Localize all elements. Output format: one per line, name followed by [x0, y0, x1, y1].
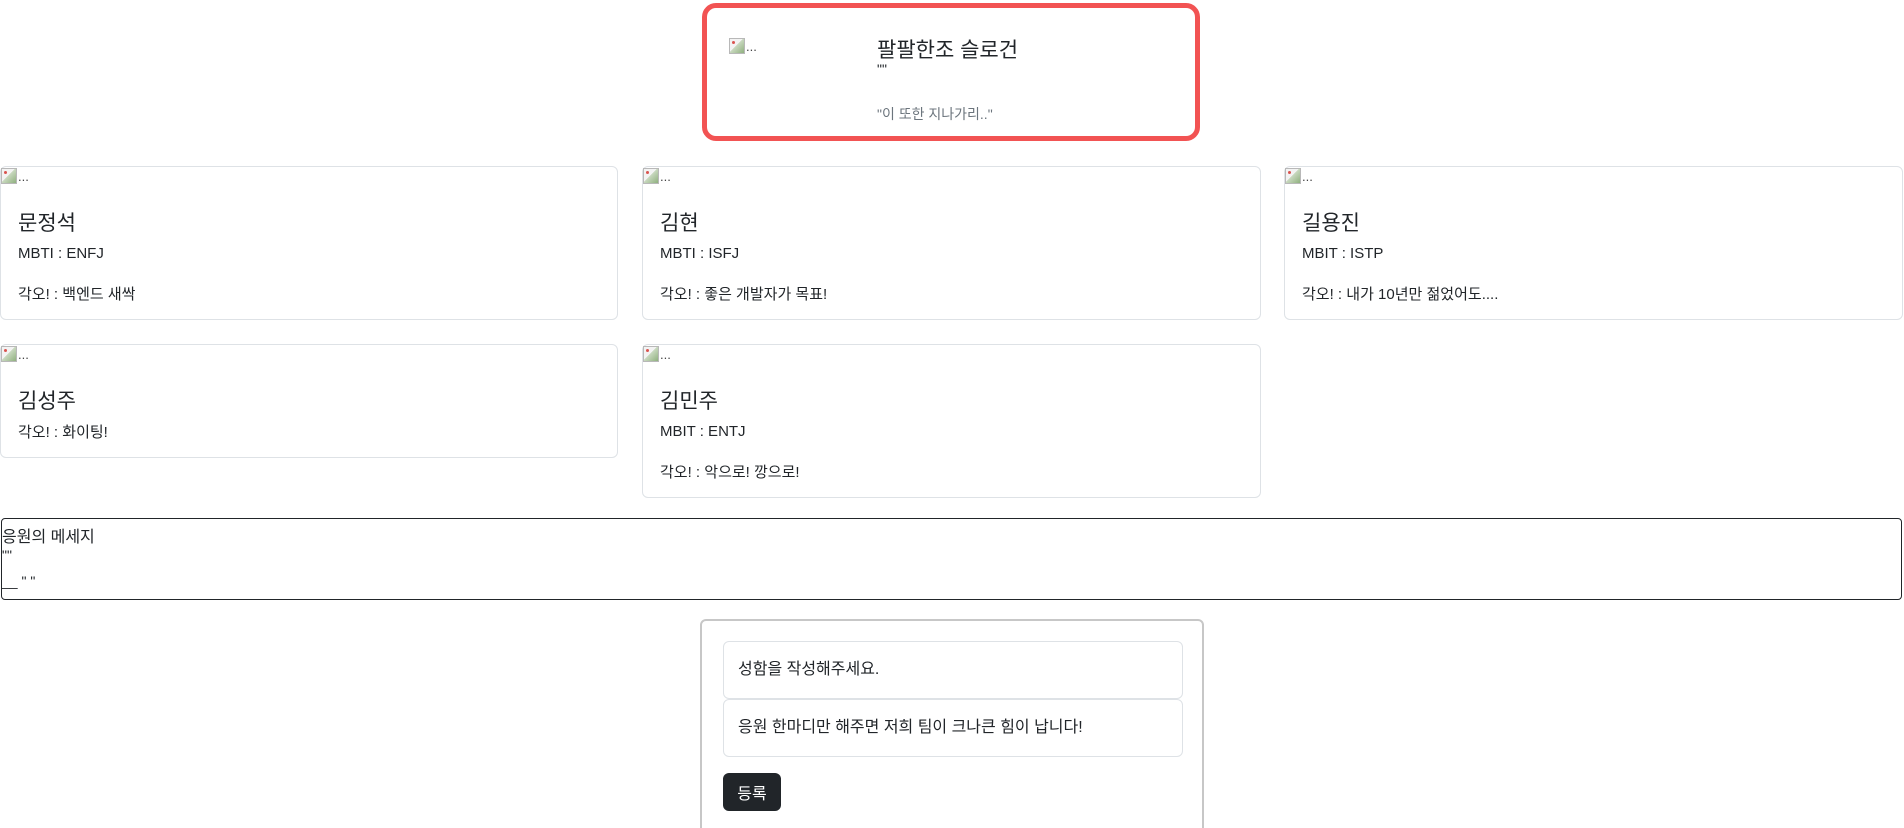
broken-image-icon: [729, 38, 745, 54]
member-mbti: MBTI : ISFJ: [660, 245, 740, 262]
member-image-alt: ...: [18, 168, 29, 184]
cheer-signature: __ " ": [2, 573, 36, 589]
submit-button[interactable]: 등록: [723, 773, 781, 811]
slogan-title: 팔팔한조 슬로건: [877, 39, 1019, 62]
slogan-text: "이 또한 지나가리..": [877, 106, 993, 122]
member-name: 김성주: [18, 390, 76, 413]
member-image-alt: ...: [660, 168, 671, 184]
member-image: ...: [643, 346, 671, 362]
message-input[interactable]: [723, 699, 1183, 757]
member-card: ... 김민주 MBIT : ENTJ 각오! : 악으로! 깡으로!: [642, 344, 1261, 498]
slogan-card: ... 팔팔한조 슬로건 "" "이 또한 지나가리..": [702, 3, 1200, 141]
cheer-message-box: 응원의 메세지 "" __ " ": [1, 518, 1902, 600]
member-card: ... 김성주 각오! : 화이팅!: [0, 344, 618, 458]
member-image: ...: [1, 168, 29, 184]
member-image: ...: [1285, 168, 1313, 184]
member-image-alt: ...: [1302, 168, 1313, 184]
member-resolve: 각오! : 백엔드 새싹: [18, 286, 136, 303]
member-mbti: MBIT : ENTJ: [660, 423, 746, 440]
page: ... 팔팔한조 슬로건 "" "이 또한 지나가리.." ... 문정석 MB…: [0, 0, 1904, 828]
broken-image-icon: [1, 168, 17, 184]
member-resolve: 각오! : 악으로! 깡으로!: [660, 464, 800, 481]
member-resolve: 각오! : 좋은 개발자가 목표!: [660, 286, 828, 303]
member-image: ...: [643, 168, 671, 184]
slogan-image: ...: [729, 38, 757, 54]
cheer-form: 등록: [700, 619, 1204, 828]
member-resolve: 각오! : 내가 10년만 젊었어도....: [1302, 286, 1499, 303]
member-name: 문정석: [18, 212, 76, 235]
slogan-quote-marks: "": [877, 61, 887, 77]
name-input[interactable]: [723, 641, 1183, 699]
member-name: 길용진: [1302, 212, 1360, 235]
slogan-image-alt: ...: [746, 38, 757, 54]
member-card: ... 문정석 MBTI : ENFJ 각오! : 백엔드 새싹: [0, 166, 618, 320]
member-card: ... 김현 MBTI : ISFJ 각오! : 좋은 개발자가 목표!: [642, 166, 1261, 320]
member-image-alt: ...: [660, 346, 671, 362]
member-resolve: 각오! : 화이팅!: [18, 424, 108, 441]
member-image-alt: ...: [18, 346, 29, 362]
member-mbti: MBTI : ENFJ: [18, 245, 104, 262]
cheer-title: 응원의 메세지: [2, 529, 95, 546]
broken-image-icon: [643, 168, 659, 184]
member-image: ...: [1, 346, 29, 362]
broken-image-icon: [1, 346, 17, 362]
cheer-quote-marks: "": [2, 547, 12, 563]
broken-image-icon: [643, 346, 659, 362]
member-name: 김민주: [660, 390, 718, 413]
member-mbti: MBIT : ISTP: [1302, 245, 1384, 262]
broken-image-icon: [1285, 168, 1301, 184]
member-card: ... 길용진 MBIT : ISTP 각오! : 내가 10년만 젊었어도..…: [1284, 166, 1903, 320]
member-name: 김현: [660, 212, 699, 235]
